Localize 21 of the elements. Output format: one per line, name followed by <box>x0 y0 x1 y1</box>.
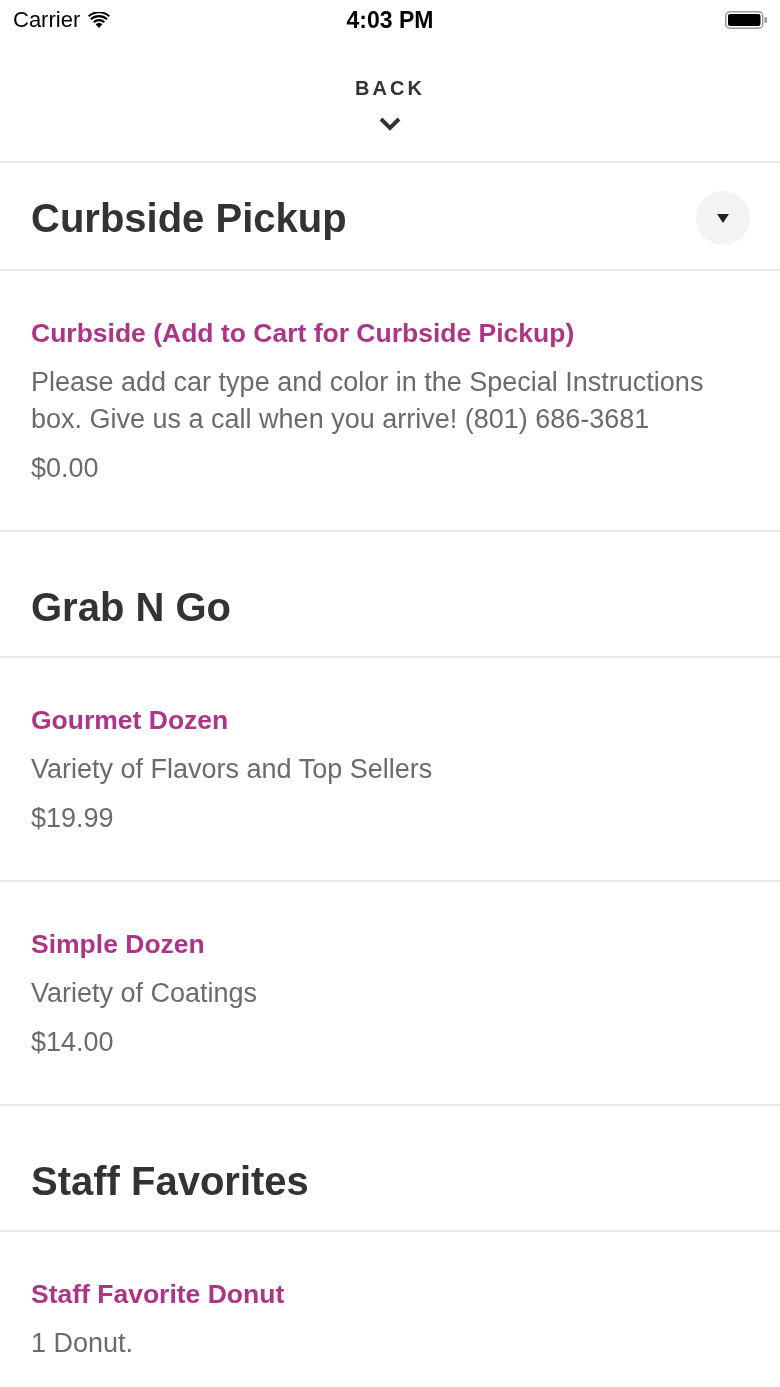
item-price: $14.00 <box>31 1026 115 1059</box>
item-name[interactable]: Gourmet Dozen <box>31 702 749 739</box>
caret-down-icon <box>717 213 729 223</box>
item-name[interactable]: Staff Favorite Donut <box>31 1276 749 1313</box>
section-title: Grab N Go <box>31 584 232 631</box>
item-name[interactable]: Curbside (Add to Cart for Curbside Pickup) <box>31 315 749 352</box>
item-description: Variety of Flavors and Top Sellers <box>31 753 434 786</box>
item-description: 1 Donut. <box>31 1327 135 1360</box>
item-price: $19.99 <box>31 802 115 835</box>
item-description: Variety of Coatings <box>31 977 259 1010</box>
item-price: $0.00 <box>31 452 100 485</box>
section-title: Curbside Pickup <box>31 195 347 242</box>
wifi-icon <box>88 12 111 28</box>
carrier-name: Carrier <box>13 7 81 33</box>
clock-time: 4:03 PM <box>346 7 434 33</box>
battery-icon <box>725 11 767 29</box>
section-title: Staff Favorites <box>31 1158 309 1205</box>
chevron-down-icon <box>379 117 401 131</box>
item-description: Please add car type and color in the Special Instructions box. Give us a call when you arrive! (801) 686-3681 <box>31 366 705 436</box>
back-button[interactable]: BACK <box>355 76 425 161</box>
item-name[interactable]: Simple Dozen <box>31 926 749 963</box>
